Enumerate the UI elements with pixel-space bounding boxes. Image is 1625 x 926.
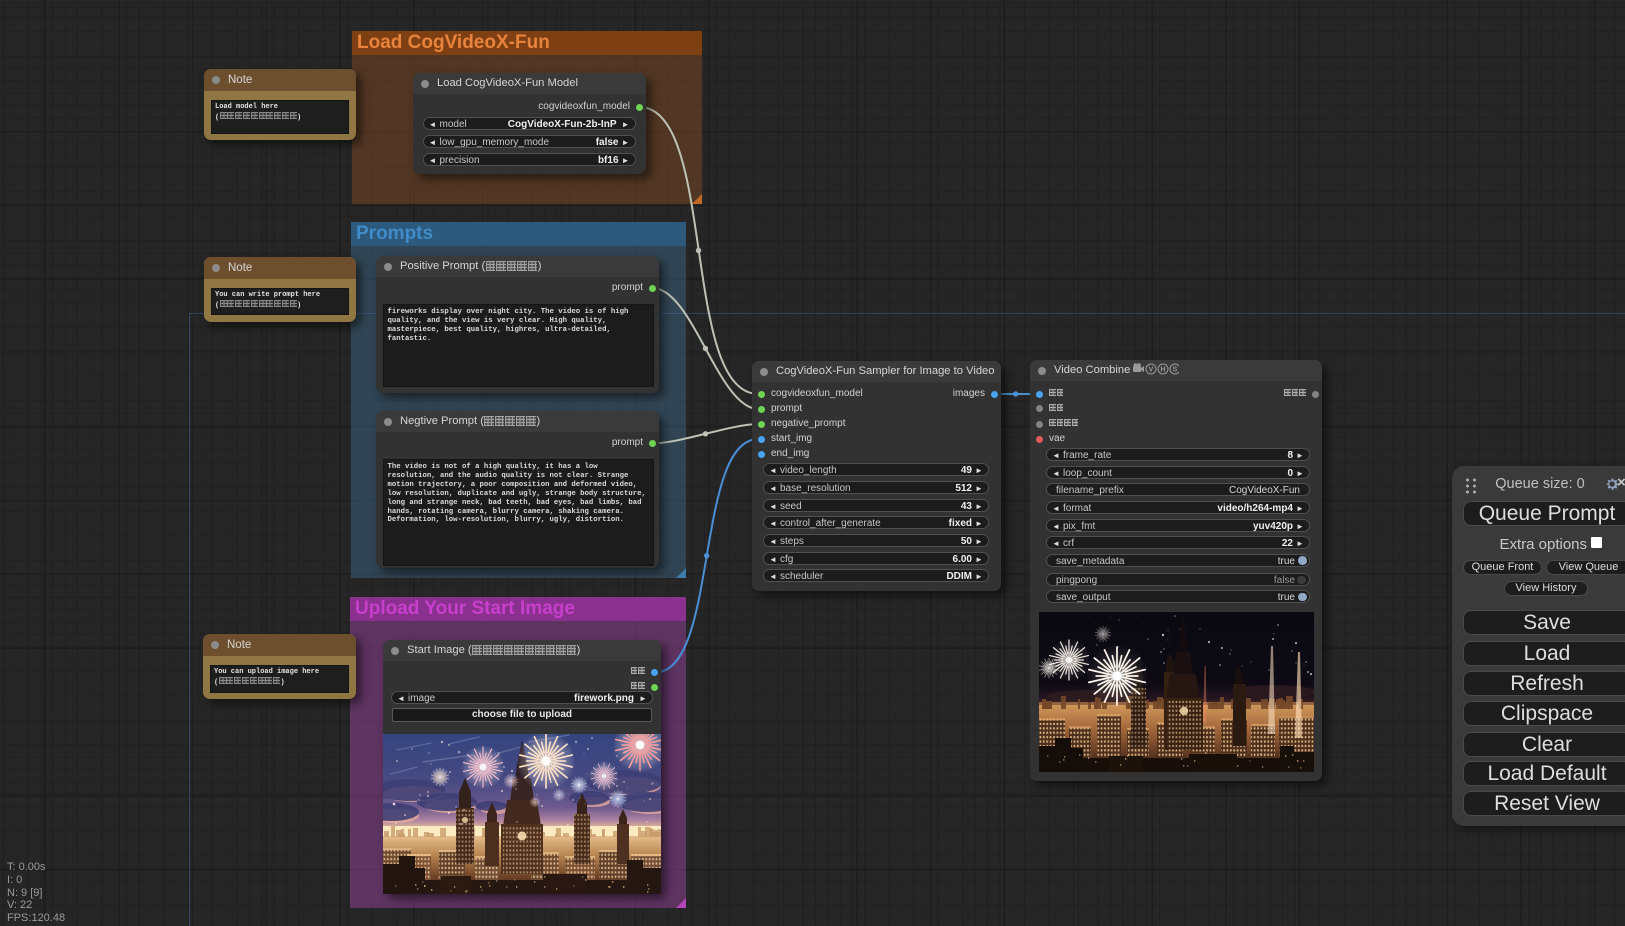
svg-text:S: S [1173, 367, 1178, 374]
svg-text:V: V [1149, 367, 1154, 374]
svg-text:H: H [1161, 367, 1166, 374]
